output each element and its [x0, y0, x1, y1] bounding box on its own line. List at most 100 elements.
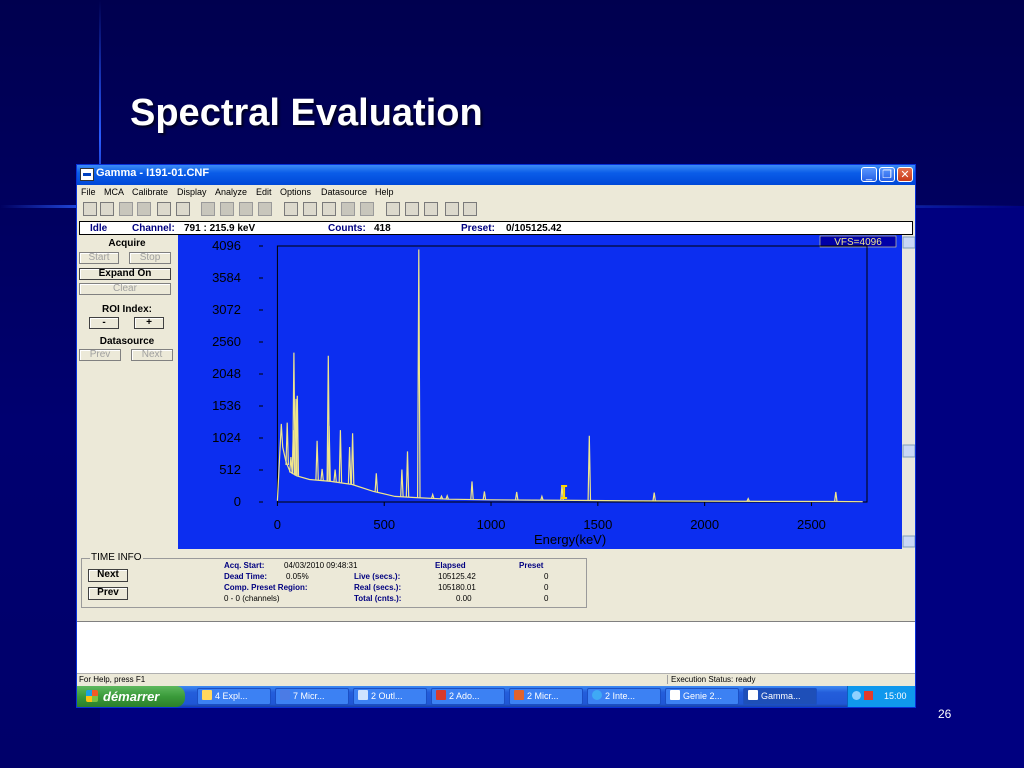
roi-plus-button[interactable]: + — [134, 317, 164, 329]
y-tick-label: 512 — [219, 462, 241, 477]
spectrum-view-icon[interactable] — [284, 202, 298, 216]
open-folder-icon[interactable] — [83, 202, 97, 216]
real-label: Real (secs.): — [354, 583, 402, 592]
move-icon[interactable] — [341, 202, 355, 216]
plot-icon[interactable] — [445, 202, 459, 216]
x-tick-label: 2000 — [690, 517, 719, 532]
preset-value: 0/105125.42 — [506, 223, 562, 234]
internet-explorer-icon — [592, 690, 602, 700]
next-datasource-button[interactable]: Next — [131, 349, 173, 361]
time-prev-button[interactable]: Prev — [88, 587, 128, 600]
live-preset: 0 — [544, 572, 549, 581]
taskbar-item-powerpoint[interactable]: 2 Micr... — [509, 688, 583, 705]
menu-mca[interactable]: MCA — [104, 187, 124, 197]
toolbar — [77, 201, 915, 219]
window-title: Gamma - I191-01.CNF — [96, 167, 210, 179]
menu-display[interactable]: Display — [177, 187, 207, 197]
taskbar-item-outlook[interactable]: 2 Outl... — [353, 688, 427, 705]
channels-value: 0 - 0 (channels) — [224, 594, 280, 603]
expand-on-button[interactable]: Expand On — [79, 268, 171, 280]
gamma-window: Gamma - I191-01.CNF _ ❐ ✕ File MCA Calib… — [76, 164, 916, 708]
prev-datasource-button[interactable]: Prev — [79, 349, 121, 361]
menu-datasource[interactable]: Datasource — [321, 187, 367, 197]
sample-icon[interactable] — [176, 202, 190, 216]
powerpoint-icon — [514, 690, 524, 700]
help-hint: For Help, press F1 — [79, 675, 146, 684]
acq-start-value: 04/03/2010 09:48:31 — [284, 561, 358, 570]
export-icon[interactable] — [258, 202, 272, 216]
minimize-button[interactable]: _ — [861, 167, 877, 182]
time-next-button[interactable]: Next — [88, 569, 128, 582]
acquire-heading: Acquire — [108, 238, 146, 249]
taskbar-item-genie[interactable]: Genie 2... — [665, 688, 739, 705]
menu-options[interactable]: Options — [280, 187, 311, 197]
y-tick-label: 4096 — [212, 238, 241, 253]
channel-label: Channel: — [132, 223, 175, 234]
plot-scrollbar — [902, 235, 915, 549]
x-tick-label: 2500 — [797, 517, 826, 532]
menu-calibrate[interactable]: Calibrate — [132, 187, 168, 197]
roi-minus-button[interactable]: - — [89, 317, 119, 329]
x-axis-label: Energy(keV) — [534, 532, 606, 547]
minimize-pane-icon[interactable] — [386, 202, 400, 216]
start-label: démarrer — [103, 689, 160, 704]
acq-start-label: Acq. Start: — [224, 561, 265, 570]
print-icon[interactable] — [463, 202, 477, 216]
clear-icon[interactable] — [239, 202, 253, 216]
y-tick-label: 1536 — [212, 398, 241, 413]
time-info-heading: TIME INFO — [90, 552, 143, 563]
live-label: Live (secs.): — [354, 572, 401, 581]
total-elapsed: 0.00 — [456, 594, 472, 603]
save-icon[interactable] — [157, 202, 171, 216]
start-acquire-icon[interactable] — [201, 202, 215, 216]
windows-taskbar: démarrer 4 Expl... 7 Micr... 2 Outl... 2… — [77, 686, 915, 707]
menu-analyze[interactable]: Analyze — [215, 187, 247, 197]
counts-label: Counts: — [328, 223, 366, 234]
y-tick-label: 0 — [234, 494, 241, 509]
menu-file[interactable]: File — [81, 187, 96, 197]
cascade-icon[interactable] — [424, 202, 438, 216]
spectrum-chart[interactable]: VFS=409605121024153620482560307235844096… — [178, 235, 916, 549]
datasource-heading: Datasource — [99, 336, 155, 347]
overlay-view-icon[interactable] — [303, 202, 317, 216]
y-tick-label: 1024 — [212, 430, 241, 445]
close-button[interactable]: ✕ — [897, 167, 913, 182]
download-icon[interactable] — [137, 202, 151, 216]
adobe-icon — [436, 690, 446, 700]
clock: 15:00 — [884, 691, 907, 701]
stop-acquire-icon[interactable] — [220, 202, 234, 216]
real-preset: 0 — [544, 583, 549, 592]
elapsed-header: Elapsed — [435, 561, 466, 570]
open-datasource-icon[interactable] — [100, 202, 114, 216]
live-elapsed: 105125.42 — [438, 572, 476, 581]
zoom-icon[interactable] — [322, 202, 336, 216]
stop-button[interactable]: Stop — [129, 252, 171, 264]
taskbar-item-word[interactable]: 7 Micr... — [275, 688, 349, 705]
comp-preset-label: Comp. Preset Region: — [224, 583, 308, 592]
restore-pane-icon[interactable] — [405, 202, 419, 216]
maximize-button[interactable]: ❐ — [879, 167, 895, 182]
start-button-taskbar[interactable]: démarrer — [77, 686, 185, 707]
security-alert-icon[interactable] — [864, 691, 873, 700]
spectrum-plot-container[interactable]: VFS=4096 0 512 1024 1536 2048 2560 3072 3584 4096… — [178, 235, 916, 549]
taskbar-item-explorer[interactable]: 4 Expl... — [197, 688, 271, 705]
system-tray: 15:00 — [847, 686, 915, 707]
start-button[interactable]: Start — [79, 252, 119, 264]
x-tick-label: 1500 — [583, 517, 612, 532]
window-titlebar[interactable]: Gamma - I191-01.CNF _ ❐ ✕ — [77, 165, 915, 185]
roi-index-heading: ROI Index: — [101, 304, 152, 315]
menu-edit[interactable]: Edit — [256, 187, 272, 197]
total-label: Total (cnts.): — [354, 594, 402, 603]
taskbar-item-internet[interactable]: 2 Inte... — [587, 688, 661, 705]
taskbar-item-adobe[interactable]: 2 Ado... — [431, 688, 505, 705]
network-icon[interactable] — [852, 691, 861, 700]
y-tick-label: 3584 — [212, 270, 241, 285]
menu-help[interactable]: Help — [375, 187, 394, 197]
execution-status: Execution Status: ready — [667, 675, 756, 684]
upload-icon[interactable] — [119, 202, 133, 216]
crosshair-icon[interactable] — [360, 202, 374, 216]
dead-time-label: Dead Time: — [224, 572, 267, 581]
taskbar-item-gamma[interactable]: Gamma... — [743, 688, 817, 705]
clear-button[interactable]: Clear — [79, 283, 171, 295]
report-area[interactable] — [77, 621, 915, 674]
